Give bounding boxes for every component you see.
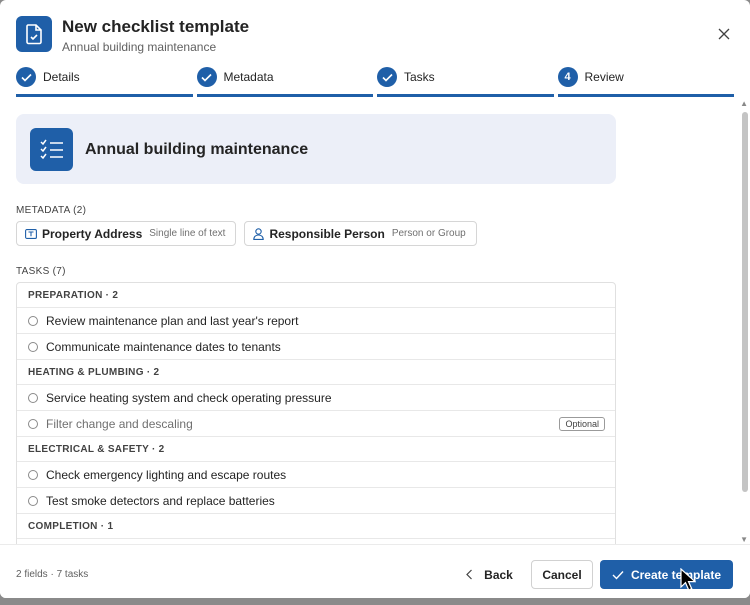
task-group-heading: HEATING & PLUMBING · 2 bbox=[17, 360, 615, 385]
task-item[interactable]: Check emergency lighting and escape rout… bbox=[17, 462, 615, 488]
field-type: Person or Group bbox=[391, 228, 466, 239]
dialog-title: New checklist template bbox=[62, 17, 250, 36]
new-checklist-template-dialog: New checklist template Annual building m… bbox=[0, 0, 750, 598]
task-radio-icon bbox=[28, 418, 38, 429]
task-item[interactable]: Test smoke detectors and replace batteri… bbox=[17, 488, 615, 514]
task-group-heading: PREPARATION · 2 bbox=[17, 283, 615, 308]
metadata-section-label: METADATA (2) bbox=[16, 205, 87, 216]
task-label: Communicate maintenance dates to tenants bbox=[46, 339, 281, 354]
cancel-label: Cancel bbox=[542, 567, 582, 582]
step-tasks[interactable]: Tasks bbox=[377, 66, 554, 97]
review-content: Annual building maintenance METADATA (2)… bbox=[0, 100, 750, 544]
field-type: Single line of text bbox=[149, 228, 226, 239]
task-label: Check emergency lighting and escape rout… bbox=[46, 467, 287, 482]
task-group-heading: ELECTRICAL & SAFETY · 2 bbox=[17, 437, 615, 462]
check-icon bbox=[196, 67, 217, 87]
task-item[interactable]: Review maintenance plan and last year's … bbox=[17, 308, 615, 334]
summary-text: 2 fields · 7 tasks bbox=[16, 569, 89, 580]
person-icon bbox=[253, 227, 265, 240]
step-review[interactable]: 4 Review bbox=[557, 66, 734, 97]
task-radio-icon bbox=[28, 341, 38, 352]
document-template-icon bbox=[16, 16, 52, 52]
task-item[interactable]: Communicate maintenance dates to tenants bbox=[17, 334, 615, 360]
scrollbar[interactable]: ▲ ▼ bbox=[740, 100, 748, 544]
task-radio-icon bbox=[28, 315, 38, 326]
task-label: Review maintenance plan and last year's … bbox=[46, 313, 299, 328]
metadata-field-chip[interactable]: Responsible Person Person or Group bbox=[244, 221, 477, 246]
task-radio-icon bbox=[28, 495, 38, 506]
scroll-up-arrow-icon[interactable]: ▲ bbox=[740, 100, 748, 108]
wizard-stepper: Details Metadata Tasks 4 Review bbox=[16, 66, 734, 98]
step-label: Review bbox=[584, 70, 624, 84]
check-icon bbox=[16, 67, 36, 87]
metadata-field-chip[interactable]: Property Address Single line of text bbox=[16, 221, 237, 246]
create-template-button[interactable]: Create template bbox=[600, 560, 733, 589]
task-label: Service heating system and check operati… bbox=[46, 390, 332, 405]
dialog-footer: 2 fields · 7 tasks Back Cancel Create te… bbox=[0, 544, 750, 598]
chevron-left-icon bbox=[466, 569, 473, 580]
task-list: PREPARATION · 2 Review maintenance plan … bbox=[16, 282, 616, 544]
check-icon bbox=[377, 67, 397, 87]
task-radio-icon bbox=[28, 469, 38, 480]
scrollbar-thumb[interactable] bbox=[742, 112, 748, 492]
close-button[interactable] bbox=[714, 24, 734, 44]
create-label: Create template bbox=[630, 567, 722, 582]
metadata-fields: Property Address Single line of text Res… bbox=[16, 221, 477, 246]
mouse-pointer-icon bbox=[680, 568, 696, 591]
check-icon bbox=[612, 570, 624, 580]
field-name: Property Address bbox=[42, 226, 143, 241]
optional-badge: Optional bbox=[559, 417, 605, 431]
back-label: Back bbox=[484, 567, 513, 582]
field-name: Responsible Person bbox=[269, 226, 385, 241]
dialog-header: New checklist template Annual building m… bbox=[16, 16, 734, 56]
scroll-down-arrow-icon[interactable]: ▼ bbox=[740, 536, 748, 544]
template-name: Annual building maintenance bbox=[85, 141, 309, 158]
template-banner: Annual building maintenance bbox=[16, 114, 616, 184]
task-label: Test smoke detectors and replace batteri… bbox=[46, 493, 275, 508]
task-radio-icon bbox=[28, 392, 38, 403]
step-details[interactable]: Details bbox=[16, 66, 193, 97]
back-button[interactable]: Back bbox=[458, 560, 520, 589]
step-label: Details bbox=[43, 70, 80, 84]
step-label: Metadata bbox=[223, 70, 274, 84]
step-label: Tasks bbox=[404, 70, 435, 84]
dialog-subtitle: Annual building maintenance bbox=[62, 40, 217, 54]
task-item[interactable]: Filter change and descaling Optional bbox=[17, 411, 615, 437]
step-number: 4 bbox=[557, 67, 578, 87]
task-group-heading: COMPLETION · 1 bbox=[17, 514, 615, 539]
close-icon bbox=[718, 28, 730, 40]
tasks-section-label: TASKS (7) bbox=[16, 266, 66, 277]
step-metadata[interactable]: Metadata bbox=[196, 66, 373, 97]
text-field-icon bbox=[25, 228, 37, 239]
checklist-icon bbox=[30, 128, 73, 171]
cancel-button[interactable]: Cancel bbox=[531, 560, 593, 589]
task-label: Filter change and descaling bbox=[46, 416, 193, 431]
task-item[interactable]: Service heating system and check operati… bbox=[17, 385, 615, 411]
